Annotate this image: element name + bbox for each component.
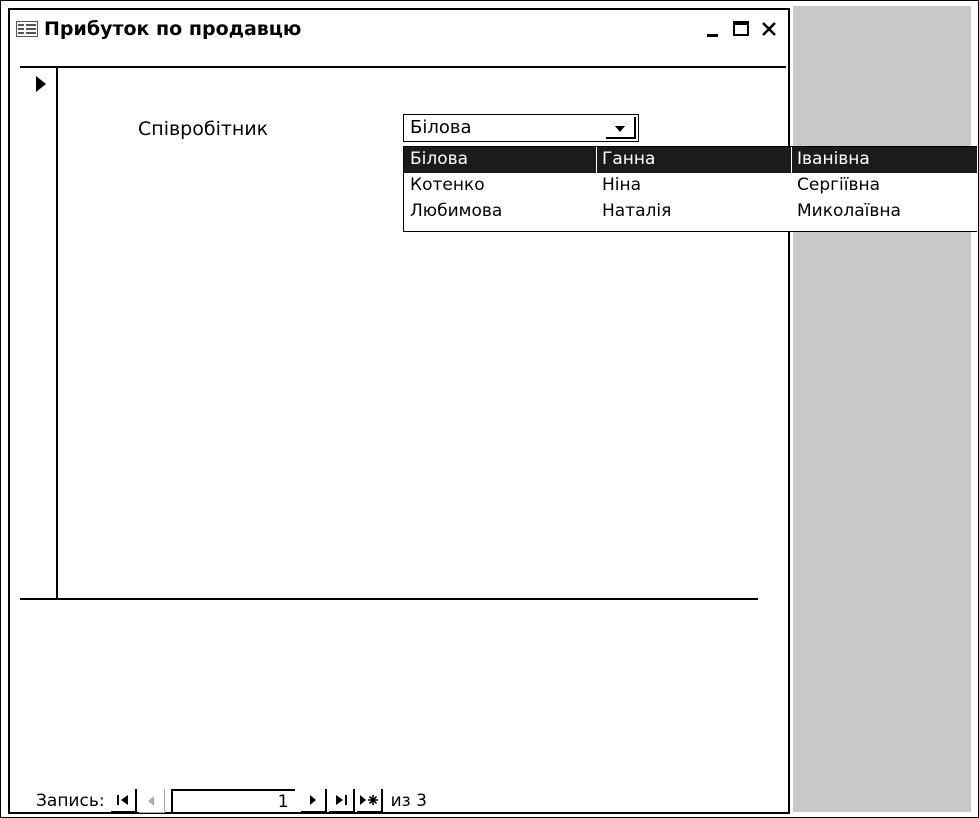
first-name-cell: Наталія [602,201,672,221]
record-navigation: Запись: 1 из 3 [20,786,780,816]
next-record-button[interactable] [300,789,327,813]
column-separator [791,147,792,173]
employee-combobox-value: Білова [410,117,472,138]
record-selector[interactable] [20,66,58,600]
form-window: Прибуток по продавцю Запись: 1 из 3 [8,8,790,814]
dropdown-row[interactable]: Білова Ганна Іванівна [404,147,977,173]
middle-name-cell: Миколаївна [797,201,901,221]
dropdown-row[interactable]: Котенко Ніна Сергіївна [404,173,977,199]
minimize-button[interactable] [700,18,726,40]
new-record-button[interactable] [356,789,383,813]
last-name-cell: Котенко [410,175,485,195]
record-label: Запись: [36,791,105,811]
employee-combobox[interactable]: Білова [403,114,639,142]
maximize-button[interactable] [728,18,754,40]
first-name-cell: Ніна [602,175,642,195]
mdi-background [793,6,971,812]
title-bar: Прибуток по продавцю [12,12,786,46]
dropdown-button[interactable] [606,117,636,139]
middle-name-cell: Сергіївна [797,175,881,195]
form-icon [16,21,38,37]
middle-name-cell: Іванівна [797,149,870,169]
record-count: из 3 [390,791,427,811]
window-controls [698,18,782,40]
last-name-cell: Любимова [410,201,503,221]
last-name-cell: Білова [410,149,469,169]
chevron-down-icon [614,118,626,137]
section-divider [20,598,758,600]
employee-dropdown-list: Білова Ганна Іванівна Котенко Ніна Сергі… [403,146,977,232]
first-record-button[interactable] [110,789,137,813]
employee-label: Співробітник [138,118,269,140]
dropdown-row[interactable]: Любимова Наталія Миколаївна [404,199,977,225]
previous-record-button[interactable] [138,789,165,813]
close-button[interactable] [756,18,782,40]
current-record-icon [36,76,46,92]
window-title: Прибуток по продавцю [44,18,302,40]
first-name-cell: Ганна [602,149,656,169]
column-separator [596,147,597,173]
current-record-field[interactable]: 1 [170,789,295,813]
last-record-button[interactable] [328,789,355,813]
